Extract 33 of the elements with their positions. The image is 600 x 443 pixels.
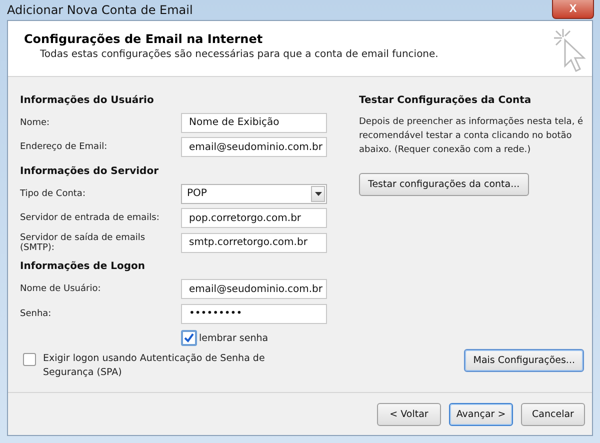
section-heading: Informações de Logon xyxy=(20,261,146,272)
input-field[interactable]: smtp.corretorgo.com.br xyxy=(181,232,327,253)
caret-icon xyxy=(314,192,322,196)
wizard-button[interactable]: Avançar > xyxy=(449,402,513,426)
password-field[interactable]: ••••••••• xyxy=(181,304,327,324)
header-subtitle: Todas estas configurações são necessárias para que a conta de email funcione. xyxy=(39,48,438,60)
input-field[interactable]: email@seudominio.com.br xyxy=(181,137,327,158)
input-field[interactable]: email@seudominio.com.br xyxy=(181,279,327,300)
field-label: Endereço de Email: xyxy=(20,142,108,152)
checkbox[interactable] xyxy=(23,353,36,366)
test-settings-button[interactable]: Testar configurações da conta... xyxy=(359,172,529,196)
section-heading: Informações do Usuário xyxy=(20,94,155,106)
checkbox-label: Exigir logon usando Autenticação de Senha de Segurança (SPA) xyxy=(43,352,266,380)
field-label: Servidor de entrada de emails: xyxy=(20,213,160,224)
field-label: Tipo de Conta: xyxy=(20,188,86,199)
cursor-icon xyxy=(552,26,586,72)
account-type-dropdown[interactable]: POP xyxy=(181,184,327,204)
field-label: Nome de Usuário: xyxy=(20,284,102,294)
field-label: Servidor de saída de emails (SMTP): xyxy=(20,232,146,253)
input-field[interactable]: Nome de Exibição xyxy=(181,112,327,133)
header-title: Configurações de Email na Internet xyxy=(24,32,264,46)
checkbox-label: lembrar senha xyxy=(199,332,268,344)
wizard-button[interactable]: Cancelar xyxy=(521,402,585,426)
more-settings-button[interactable]: Mais Configurações... xyxy=(464,349,584,372)
section-heading: Informações do Servidor xyxy=(20,166,160,176)
input-field[interactable]: pop.corretorgo.com.br xyxy=(181,208,327,228)
section-heading: Testar Configurações da Conta xyxy=(359,94,532,106)
wizard-button[interactable]: < Voltar xyxy=(377,402,441,426)
field-label: Senha: xyxy=(20,308,52,319)
checkbox[interactable] xyxy=(181,330,197,346)
test-description: Depois de preencher as informações nesta tela, é recomendável testar a conta clicando no botão abaixo. (Requer conexão com a rede.) xyxy=(359,116,584,156)
window-title: Adicionar Nova Conta de Email xyxy=(7,2,193,17)
field-label: Nome: xyxy=(20,118,51,128)
